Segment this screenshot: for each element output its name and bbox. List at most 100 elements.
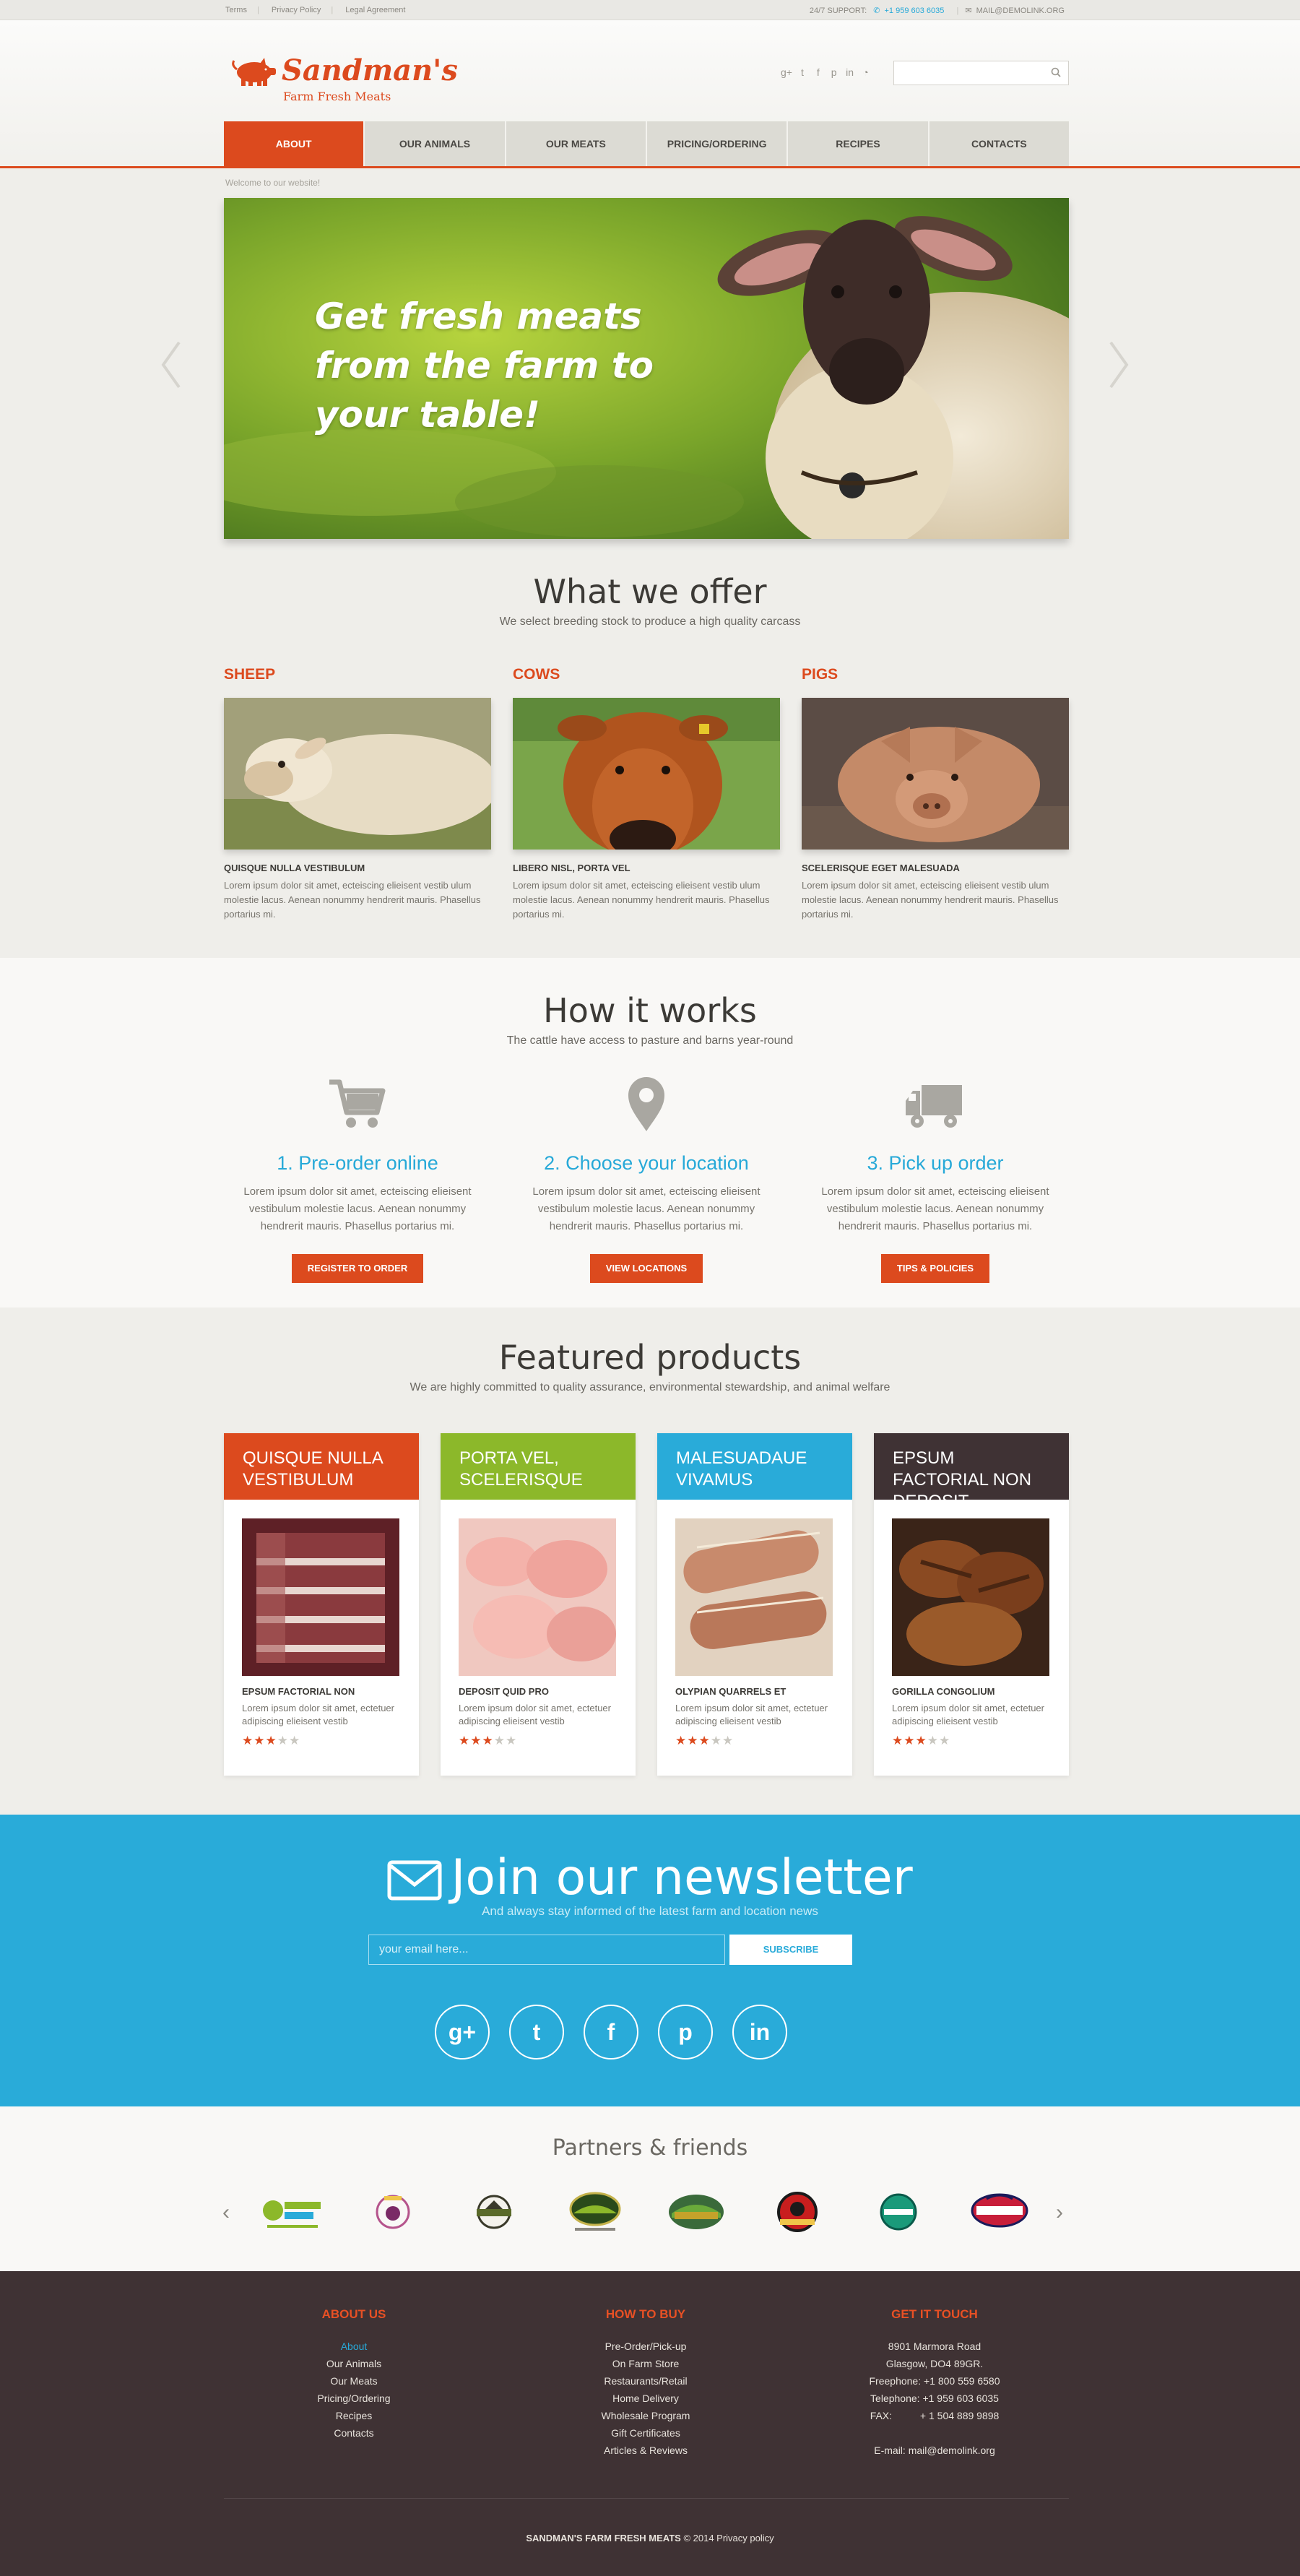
footer-link-preorder[interactable]: Pre-Order/Pick-up	[516, 2338, 776, 2355]
product-card-1[interactable]: QUISQUE NULLA VESTIBULUM EPSUM FACTORIAL…	[224, 1433, 419, 1776]
google-plus-icon[interactable]: g+	[780, 66, 793, 78]
rss-icon[interactable]: ◔	[859, 66, 872, 78]
hero-next-arrow-icon[interactable]	[1108, 340, 1130, 390]
nav-about[interactable]: ABOUT	[224, 121, 364, 166]
newsletter-email-input[interactable]	[368, 1935, 725, 1965]
pig-image[interactable]	[802, 698, 1069, 850]
twitter-circle-icon[interactable]: t	[509, 2005, 564, 2059]
product-3-image[interactable]	[675, 1518, 833, 1676]
footer-link-wholesale[interactable]: Wholesale Program	[516, 2407, 776, 2424]
product-2-image[interactable]	[459, 1518, 616, 1676]
search-icon[interactable]	[1051, 67, 1061, 77]
cow-image[interactable]	[513, 698, 780, 850]
footer-link-our-animals[interactable]: Our Animals	[224, 2355, 484, 2372]
footer-how-to-buy-column: HOW TO BUY Pre-Order/Pick-up On Farm Sto…	[516, 2307, 776, 2459]
pinterest-icon[interactable]: p	[828, 66, 841, 78]
partner-logo-superfarm[interactable]	[763, 2189, 832, 2235]
copyright-brand: SANDMAN'S FARM FRESH MEATS	[526, 2533, 681, 2543]
truck-icon	[906, 1085, 962, 1128]
product-2-rating: ★★★★★	[459, 1734, 518, 1747]
footer-link-about[interactable]: About	[224, 2338, 484, 2355]
partner-logo-monka-craft-farm[interactable]	[560, 2189, 630, 2235]
footer-link-delivery[interactable]: Home Delivery	[516, 2390, 776, 2407]
footer-link-contacts[interactable]: Contacts	[224, 2424, 484, 2442]
footer-fax: FAX: + 1 504 889 9898	[870, 2410, 1000, 2421]
support-email[interactable]: MAIL@DEMOLINK.ORG	[976, 7, 1065, 15]
product-2-text: Lorem ipsum dolor sit amet, ectetuer adi…	[459, 1703, 611, 1726]
nav-recipes[interactable]: RECIPES	[786, 121, 928, 166]
product-1-name[interactable]: EPSUM FACTORIAL NON	[242, 1686, 355, 1697]
partner-logo-farm-fresh[interactable]	[257, 2189, 326, 2235]
search-input[interactable]	[894, 61, 1039, 85]
footer-link-articles[interactable]: Articles & Reviews	[516, 2442, 776, 2459]
product-4-text: Lorem ipsum dolor sit amet, ectetuer adi…	[892, 1703, 1044, 1726]
footer-link-farm-store[interactable]: On Farm Store	[516, 2355, 776, 2372]
sheep-image[interactable]	[224, 698, 491, 850]
pinterest-circle-icon[interactable]: p	[658, 2005, 713, 2059]
offer-title-sheep[interactable]: SHEEP	[224, 666, 491, 683]
facebook-circle-icon[interactable]: f	[584, 2005, 638, 2059]
footer-link-our-meats[interactable]: Our Meats	[224, 2372, 484, 2390]
facebook-icon[interactable]: f	[812, 66, 825, 78]
product-4-rating: ★★★★★	[892, 1734, 951, 1747]
offer-sub-sheep: QUISQUE NULLA VESTIBULUM	[224, 863, 365, 873]
twitter-icon[interactable]: t	[796, 66, 809, 78]
footer-divider	[224, 2498, 1069, 2499]
copyright-text[interactable]: © 2014 Privacy policy	[683, 2533, 774, 2543]
partner-logo-hodges[interactable]	[965, 2189, 1034, 2235]
privacy-link[interactable]: Privacy Policy	[272, 6, 321, 14]
linkedin-circle-icon[interactable]: in	[732, 2005, 787, 2059]
footer-email[interactable]: E-mail: mail@demolink.org	[805, 2442, 1065, 2459]
newsletter-section: Join our newsletter And always stay info…	[0, 1815, 1300, 2106]
legal-link[interactable]: Legal Agreement	[345, 6, 405, 14]
product-2-name[interactable]: DEPOSIT QUID PRO	[459, 1686, 549, 1697]
tips-policies-button[interactable]: TIPS & POLICIES	[880, 1254, 990, 1283]
partners-section: Partners & friends ‹ ›	[0, 2106, 1300, 2271]
product-3-header: MALESUADAUE VIVAMUS	[657, 1433, 852, 1500]
terms-link[interactable]: Terms	[225, 6, 247, 14]
footer-link-gift[interactable]: Gift Certificates	[516, 2424, 776, 2442]
footer-link-pricing[interactable]: Pricing/Ordering	[224, 2390, 484, 2407]
cart-icon	[329, 1079, 386, 1128]
product-card-3[interactable]: MALESUADAUE VIVAMUS OLYPIAN QUARRELS ET …	[657, 1433, 852, 1776]
newsletter-title-text: Join our newsletter	[451, 1849, 913, 1906]
partner-logo-canadian-farm[interactable]	[662, 2189, 731, 2235]
partner-logo-fresh-farm[interactable]	[864, 2189, 933, 2235]
product-4-image[interactable]	[892, 1518, 1049, 1676]
register-to-order-button[interactable]: REGISTER TO ORDER	[291, 1254, 424, 1283]
hero-prev-arrow-icon[interactable]	[160, 340, 182, 390]
footer-contact-column: GET IT TOUCH 8901 Marmora Road Glasgow, …	[805, 2307, 1065, 2459]
partner-logo-ranch[interactable]	[459, 2189, 529, 2235]
offer-title-cows[interactable]: COWS	[513, 666, 780, 683]
logo[interactable]: Sandman's Farm Fresh Meats	[230, 51, 458, 123]
partners-prev-icon[interactable]: ‹	[222, 2200, 230, 2225]
linkedin-icon[interactable]: in	[844, 66, 857, 78]
product-4-name[interactable]: GORILLA CONGOLIUM	[892, 1686, 995, 1697]
product-card-4[interactable]: EPSUM FACTORIAL NON DEPOSIT GORILLA CONG…	[874, 1433, 1069, 1776]
partners-next-icon[interactable]: ›	[1056, 2200, 1063, 2225]
footer-link-recipes[interactable]: Recipes	[224, 2407, 484, 2424]
step-2-text: Lorem ipsum dolor sit amet, ecteiscing e…	[532, 1185, 760, 1232]
step-2-title: 2. Choose your location	[544, 1152, 749, 1174]
product-card-2[interactable]: PORTA VEL, SCELERISQUE DEPOSIT QUID PRO …	[441, 1433, 636, 1776]
footer-link-restaurants[interactable]: Restaurants/Retail	[516, 2372, 776, 2390]
google-plus-circle-icon[interactable]: g+	[435, 2005, 490, 2059]
nav-pricing[interactable]: PRICING/ORDERING	[645, 121, 787, 166]
subscribe-button[interactable]: SUBSCRIBE	[729, 1935, 852, 1965]
step-3: 3. Pick up order Lorem ipsum dolor sit a…	[802, 1075, 1069, 1283]
offer-title-pigs[interactable]: PIGS	[802, 666, 1069, 683]
partners-title: Partners & friends	[552, 2135, 748, 2161]
hero-line-1: Get fresh meats	[315, 295, 642, 337]
footer-address-2: Glasgow, DO4 89GR.	[885, 2358, 984, 2369]
nav-our-animals[interactable]: OUR ANIMALS	[363, 121, 505, 166]
step-3-text: Lorem ipsum dolor sit amet, ecteiscing e…	[821, 1185, 1049, 1232]
partner-logo-nathan-farms[interactable]	[358, 2189, 428, 2235]
product-1-image[interactable]	[242, 1518, 399, 1676]
footer-contact-heading: GET IT TOUCH	[891, 2307, 978, 2321]
view-locations-button[interactable]: VIEW LOCATIONS	[589, 1254, 703, 1283]
product-1-header: QUISQUE NULLA VESTIBULUM	[224, 1433, 419, 1500]
logo-tagline: Farm Fresh Meats	[283, 90, 391, 103]
product-3-name[interactable]: OLYPIAN QUARRELS ET	[675, 1686, 786, 1697]
nav-our-meats[interactable]: OUR MEATS	[504, 121, 646, 166]
nav-contacts[interactable]: CONTACTS	[927, 121, 1069, 166]
